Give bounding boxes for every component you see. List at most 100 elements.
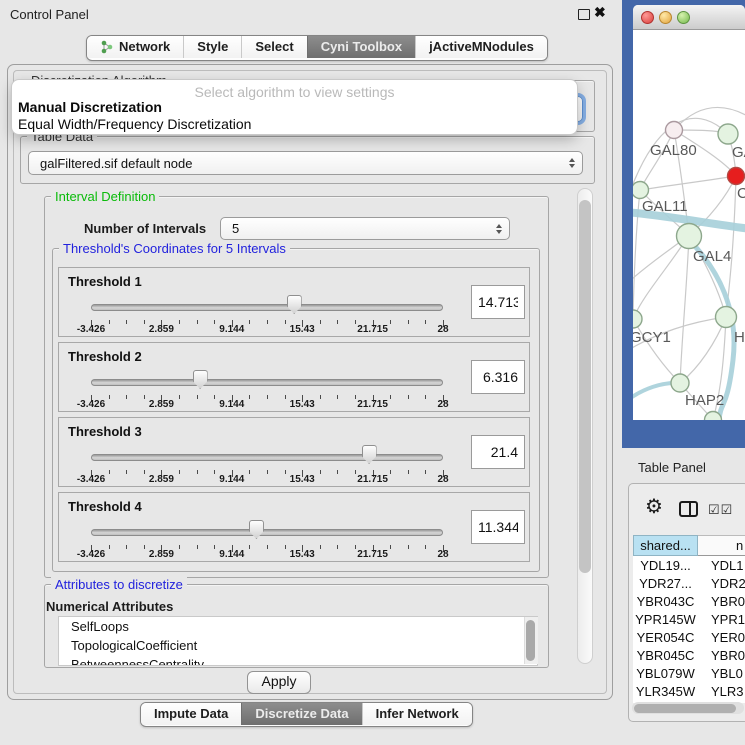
table-row[interactable]: YDL19...YDL1 <box>633 556 745 574</box>
tab-cyni-toolbox[interactable]: Cyni Toolbox <box>307 36 415 58</box>
minimize-traffic-light-icon[interactable] <box>659 11 672 24</box>
cell-shared-name[interactable]: YER054C <box>633 630 698 645</box>
slider-tick <box>355 395 356 399</box>
slider-scale-label: 15.43 <box>290 474 315 485</box>
table-row[interactable]: YBL079WYBL0 <box>633 664 745 682</box>
tab-network[interactable]: Network <box>87 36 183 58</box>
cell-shared-name[interactable]: YBL079W <box>633 666 698 681</box>
threshold-slider-thumb[interactable] <box>249 520 264 539</box>
cell-name[interactable]: YDR2 <box>698 576 745 591</box>
table-data-combo[interactable]: galFiltered.sif default node <box>28 151 583 175</box>
bottom-tab-discretize-data[interactable]: Discretize Data <box>241 703 361 725</box>
attribute-list-item[interactable]: TopologicalCoefficient <box>59 636 537 655</box>
cell-name[interactable]: YDL1 <box>698 558 744 573</box>
slider-tick <box>355 545 356 549</box>
close-traffic-light-icon[interactable] <box>641 11 654 24</box>
tab-select[interactable]: Select <box>241 36 306 58</box>
bottom-tab-infer-network[interactable]: Infer Network <box>362 703 472 725</box>
attributes-scrollbar-thumb[interactable] <box>526 620 535 661</box>
network-window-titlebar[interactable] <box>633 5 745 30</box>
label-gal80: GAL80 <box>650 142 697 159</box>
network-window: GAL80 GA GAL11 C GAL4 GCY1 H HAP2 <box>633 5 745 420</box>
node-selected-red[interactable] <box>728 168 745 185</box>
table-row[interactable]: YBR045CYBR0 <box>633 646 745 664</box>
table-row[interactable]: YLR345WYLR3 <box>633 682 745 700</box>
cell-name[interactable]: YBR0 <box>698 648 745 663</box>
threshold-value-field[interactable] <box>471 435 525 469</box>
slider-tick <box>425 545 426 549</box>
popup-option-equal-width[interactable]: Equal Width/Frequency Discretization <box>18 116 251 132</box>
attribute-list-item[interactable]: SelfLoops <box>59 617 537 636</box>
table-hscrollbar-thumb[interactable] <box>634 704 736 713</box>
column-view-icon[interactable] <box>679 501 698 517</box>
gear-icon[interactable]: ⚙ <box>645 497 663 517</box>
slider-tick <box>267 545 268 549</box>
node-right-mid[interactable] <box>716 307 737 328</box>
slider-tick <box>337 395 338 399</box>
attributes-list[interactable]: SelfLoopsTopologicalCoefficientBetweenne… <box>58 616 538 666</box>
slider-scale-label: 28 <box>437 549 448 560</box>
attribute-list-item[interactable]: BetweennessCentrality <box>59 655 537 666</box>
cell-name[interactable]: YBR0 <box>698 594 745 609</box>
column-header-shared[interactable]: shared... <box>633 535 698 556</box>
slider-scale-label: 21.715 <box>357 474 388 485</box>
table-row[interactable]: YPR145WYPR1 <box>633 610 745 628</box>
threshold-slider-track[interactable] <box>91 529 443 536</box>
threshold-row-2: Threshold 2-3.4262.8599.14415.4321.71528 <box>58 342 530 412</box>
node-labels: GAL80 GA GAL11 C GAL4 GCY1 H HAP2 <box>633 142 745 409</box>
threshold-slider-track[interactable] <box>91 454 443 461</box>
slider-tick <box>408 395 409 399</box>
cell-shared-name[interactable]: YPR145W <box>633 612 698 627</box>
bottom-tab-impute-data[interactable]: Impute Data <box>141 703 241 725</box>
cell-name[interactable]: YER0 <box>698 630 745 645</box>
settings-scrollbar-thumb[interactable] <box>579 200 591 573</box>
node-gal11[interactable] <box>633 182 649 199</box>
select-columns-icon[interactable]: ☑☑ <box>708 502 733 518</box>
node-hap2[interactable] <box>671 374 689 392</box>
node-top-right[interactable] <box>718 124 738 144</box>
tab-jactivemnodules[interactable]: jActiveMNodules <box>415 36 547 58</box>
numerical-attributes-label: Numerical Attributes <box>46 599 173 614</box>
node-gcy1[interactable] <box>633 310 642 328</box>
threshold-slider-track[interactable] <box>91 304 443 311</box>
threshold-slider-thumb[interactable] <box>193 370 208 389</box>
slider-tick <box>390 545 391 549</box>
cell-shared-name[interactable]: YDR27... <box>633 576 698 591</box>
cell-shared-name[interactable]: YBR045C <box>633 648 698 663</box>
slider-tick <box>425 320 426 324</box>
table-row[interactable]: YER054CYER0 <box>633 628 745 646</box>
num-intervals-combo[interactable]: 5 <box>220 217 510 240</box>
network-canvas[interactable]: GAL80 GA GAL11 C GAL4 GCY1 H HAP2 <box>633 30 745 420</box>
threshold-slider-thumb[interactable] <box>362 445 377 464</box>
threshold-slider-thumb[interactable] <box>287 295 302 314</box>
slider-tick <box>197 545 198 549</box>
node-gal80[interactable] <box>666 122 683 139</box>
cell-shared-name[interactable]: YDL19... <box>633 558 698 573</box>
apply-button[interactable]: Apply <box>247 671 311 694</box>
float-panel-icon[interactable] <box>578 9 590 20</box>
table-row[interactable]: YDR27...YDR2 <box>633 574 745 592</box>
table-row[interactable]: YBR043CYBR0 <box>633 592 745 610</box>
threshold-value-field[interactable] <box>471 510 525 544</box>
cell-name[interactable]: YPR1 <box>698 612 745 627</box>
slider-scale-label: -3.426 <box>77 474 105 485</box>
threshold-stack: Threshold 1-3.4262.8599.14415.4321.71528… <box>58 267 530 563</box>
column-header-name[interactable]: n <box>698 535 745 556</box>
node-gal4[interactable] <box>677 224 702 249</box>
zoom-traffic-light-icon[interactable] <box>677 11 690 24</box>
cell-name[interactable]: YBL0 <box>698 666 743 681</box>
close-icon[interactable]: ✖ <box>594 4 606 21</box>
cell-shared-name[interactable]: YLR345W <box>633 684 698 699</box>
threshold-value-field[interactable] <box>471 285 525 319</box>
slider-tick <box>179 470 180 474</box>
slider-scale-label: 2.859 <box>149 474 174 485</box>
algorithm-popup: Select algorithm to view settings Manual… <box>12 80 577 134</box>
cell-shared-name[interactable]: YBR043C <box>633 594 698 609</box>
tab-style[interactable]: Style <box>183 36 241 58</box>
cell-name[interactable]: YLR3 <box>698 684 744 699</box>
tab-label: Cyni Toolbox <box>321 36 402 58</box>
popup-option-manual[interactable]: Manual Discretization <box>18 99 162 115</box>
threshold-slider-track[interactable] <box>91 379 443 386</box>
slider-tick <box>249 395 250 399</box>
threshold-value-field[interactable] <box>471 360 525 394</box>
